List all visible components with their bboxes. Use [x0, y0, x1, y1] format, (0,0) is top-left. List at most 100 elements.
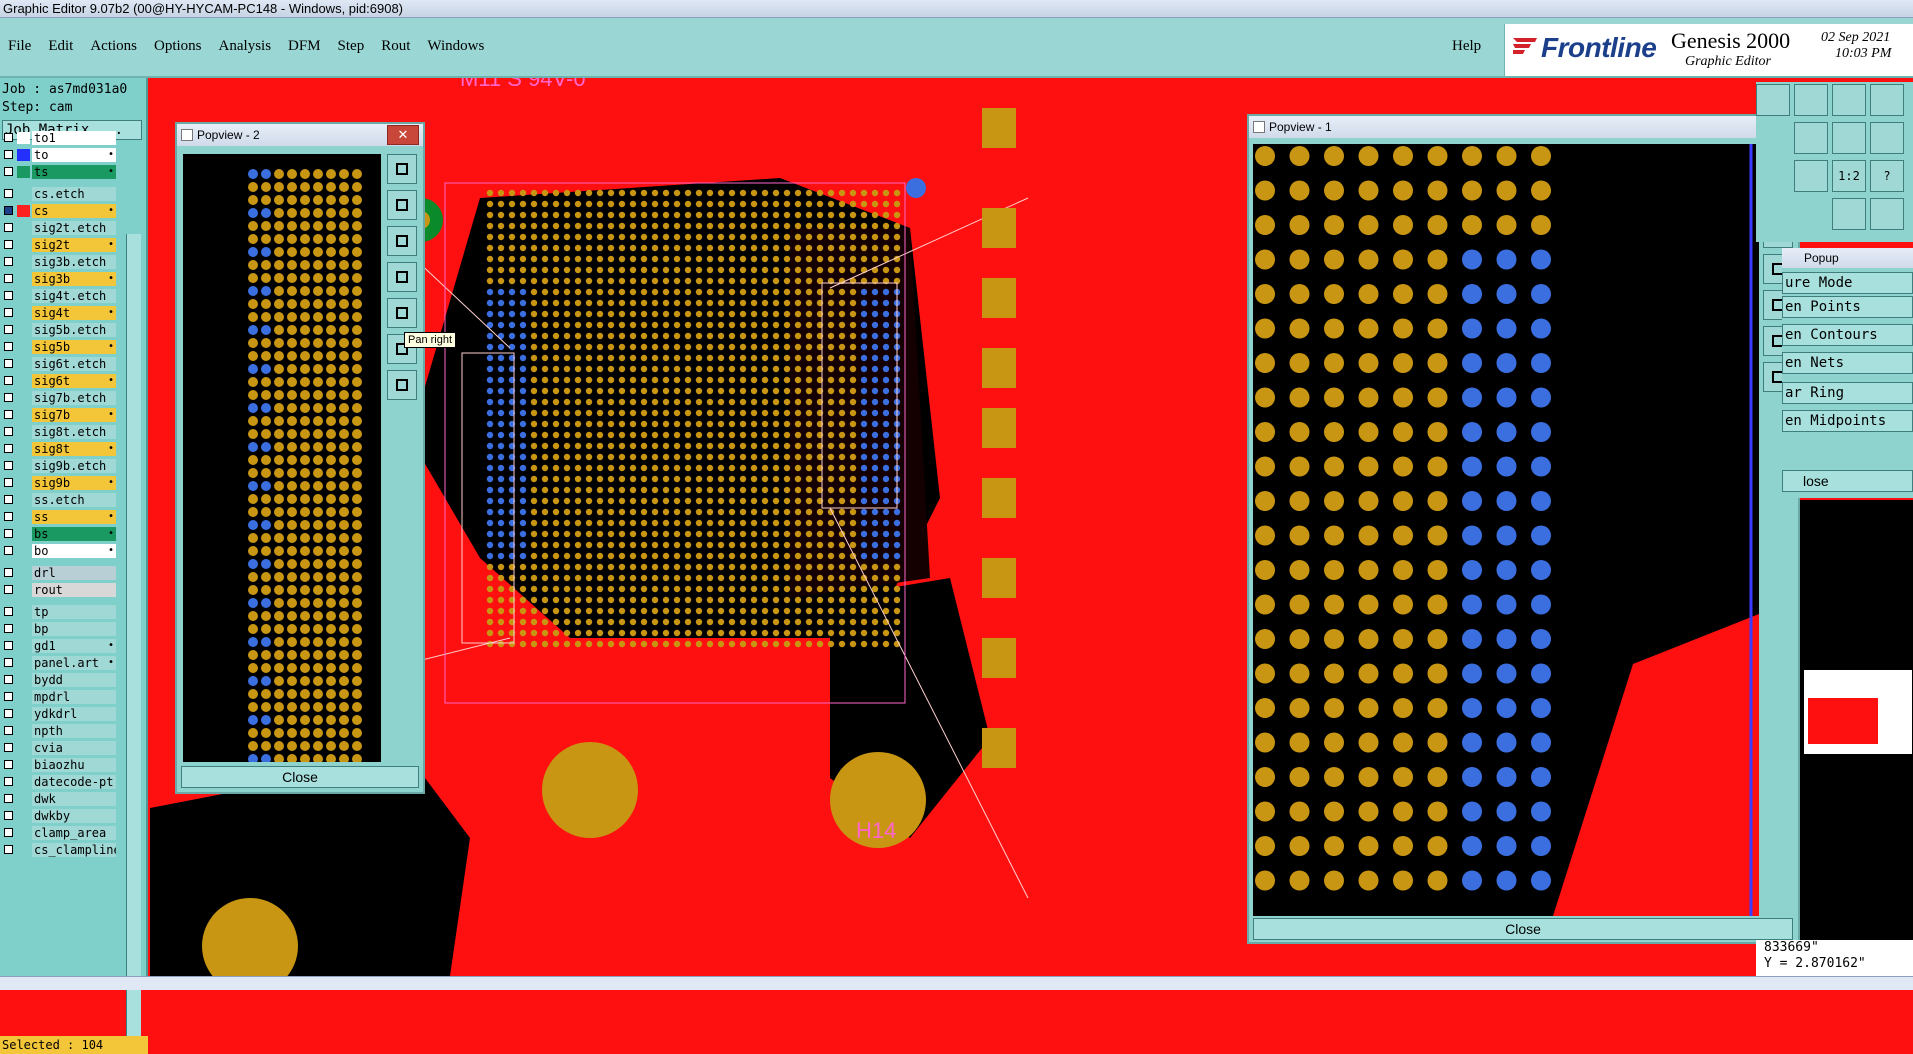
menu-options[interactable]: Options [154, 38, 202, 55]
menu-dfm[interactable]: DFM [288, 38, 321, 55]
scale-icon[interactable]: 1:2 [1832, 160, 1866, 192]
layer-checkbox[interactable] [4, 777, 13, 786]
layer-row[interactable]: sig8t [0, 441, 118, 457]
layer-checkbox[interactable] [4, 726, 13, 735]
menu-actions[interactable]: Actions [90, 38, 137, 55]
layer-name[interactable]: sig7b [32, 408, 116, 422]
menu-edit[interactable]: Edit [48, 38, 73, 55]
layer-name[interactable]: drl [32, 566, 116, 580]
home-icon[interactable] [1756, 84, 1790, 116]
snap-contours-option[interactable]: en Contours [1782, 324, 1913, 346]
layout-icon[interactable] [1794, 84, 1828, 116]
layer-checkbox[interactable] [4, 811, 13, 820]
popview-2-close-button[interactable]: Close [181, 766, 419, 788]
popview-2-window[interactable]: Popview - 2 ✕ Close [175, 122, 425, 794]
layer-checkbox[interactable] [4, 274, 13, 283]
layer-checkbox[interactable] [4, 624, 13, 633]
layer-row[interactable]: sig8t.etch [0, 424, 118, 440]
layer-row[interactable]: bs [0, 526, 118, 542]
zoom-in-icon[interactable] [387, 154, 417, 184]
layer-checkbox[interactable] [4, 658, 13, 667]
layer-row[interactable]: ts [0, 164, 118, 180]
layer-checkbox[interactable] [4, 308, 13, 317]
grid-icon[interactable] [1870, 122, 1904, 154]
menu-rout[interactable]: Rout [381, 38, 410, 55]
layer-row[interactable]: cs.etch [0, 186, 118, 202]
layer-checkbox[interactable] [4, 675, 13, 684]
layer-name[interactable]: clamp_area [32, 826, 116, 840]
layer-checkbox[interactable] [4, 512, 13, 521]
layer-checkbox[interactable] [4, 376, 13, 385]
measure-icon[interactable] [1794, 160, 1828, 192]
layer-name[interactable]: sig2t.etch [32, 221, 116, 235]
layer-name[interactable]: sig9b.etch [32, 459, 116, 473]
menu-windows[interactable]: Windows [427, 38, 484, 55]
menu-step[interactable]: Step [338, 38, 365, 55]
layer-checkbox[interactable] [4, 546, 13, 555]
layer-row[interactable]: sig4t [0, 305, 118, 321]
layer-name[interactable]: ss [32, 510, 116, 524]
snap-icon[interactable] [1832, 198, 1866, 230]
layer-row[interactable]: to1 [0, 130, 118, 146]
layer-checkbox[interactable] [4, 760, 13, 769]
layer-row[interactable]: ydkdrl [0, 706, 118, 722]
layer-name[interactable]: sig9b [32, 476, 116, 490]
layer-name[interactable]: mpdrl [32, 690, 116, 704]
window-icon[interactable] [1832, 84, 1866, 116]
layer-checkbox[interactable] [4, 529, 13, 538]
layer-row[interactable]: sig4t.etch [0, 288, 118, 304]
layer-row[interactable]: ss.etch [0, 492, 118, 508]
redo-icon[interactable] [1832, 122, 1866, 154]
layer-row[interactable]: sig2t [0, 237, 118, 253]
layer-row[interactable]: datecode-pt [0, 774, 118, 790]
layer-name[interactable]: sig3b.etch [32, 255, 116, 269]
layer-row[interactable]: rout [0, 582, 118, 598]
layer-row[interactable]: bydd [0, 672, 118, 688]
layer-checkbox[interactable] [4, 410, 13, 419]
snap-mode-option[interactable]: ure Mode [1782, 272, 1913, 294]
snap-nets-option[interactable]: en Nets [1782, 352, 1913, 374]
layer-row[interactable]: bo [0, 543, 118, 559]
layer-name[interactable]: bo [32, 544, 116, 558]
popview-1-titlebar[interactable]: Popview - 1 [1249, 116, 1798, 138]
layer-row[interactable]: sig7b [0, 407, 118, 423]
layer-name[interactable]: sig8t.etch [32, 425, 116, 439]
layer-name[interactable]: sig2t [32, 238, 116, 252]
snap-ring-option[interactable]: ar Ring [1782, 382, 1913, 404]
layer-checkbox[interactable] [4, 167, 13, 176]
layer-name[interactable]: datecode-pt [32, 775, 116, 789]
layer-name[interactable]: ydkdrl [32, 707, 116, 721]
snap-settings-icon[interactable] [1870, 198, 1904, 230]
layer-row[interactable]: sig6t [0, 373, 118, 389]
layer-name[interactable]: ss.etch [32, 493, 116, 507]
layer-checkbox[interactable] [4, 828, 13, 837]
layer-name[interactable]: npth [32, 724, 116, 738]
layer-name[interactable]: bydd [32, 673, 116, 687]
layer-checkbox[interactable] [4, 257, 13, 266]
layer-checkbox[interactable] [4, 568, 13, 577]
layer-name[interactable]: sig6t [32, 374, 116, 388]
popview-2-view[interactable] [183, 154, 381, 762]
popview-1-close-button[interactable]: Close [1253, 918, 1793, 940]
layer-checkbox[interactable] [4, 291, 13, 300]
layer-row[interactable]: dwk [0, 791, 118, 807]
layer-name[interactable]: bp [32, 622, 116, 636]
split-icon[interactable] [1870, 84, 1904, 116]
layer-name[interactable]: sig4t.etch [32, 289, 116, 303]
layer-name[interactable]: tp [32, 605, 116, 619]
layer-checkbox[interactable] [4, 709, 13, 718]
layer-row[interactable]: mpdrl [0, 689, 118, 705]
layer-name[interactable]: dwkby [32, 809, 116, 823]
help-icon[interactable]: ? [1870, 160, 1904, 192]
layer-row[interactable]: sig5b.etch [0, 322, 118, 338]
layer-checkbox[interactable] [4, 845, 13, 854]
layer-name[interactable]: ts [32, 165, 116, 179]
layer-checkbox[interactable] [4, 133, 13, 142]
layer-checkbox[interactable] [4, 223, 13, 232]
layer-row[interactable]: sig9b [0, 475, 118, 491]
menu-analysis[interactable]: Analysis [219, 38, 272, 55]
layer-checkbox[interactable] [4, 342, 13, 351]
layer-checkbox[interactable] [4, 794, 13, 803]
layer-row[interactable]: cvia [0, 740, 118, 756]
layer-row[interactable]: sig3b.etch [0, 254, 118, 270]
